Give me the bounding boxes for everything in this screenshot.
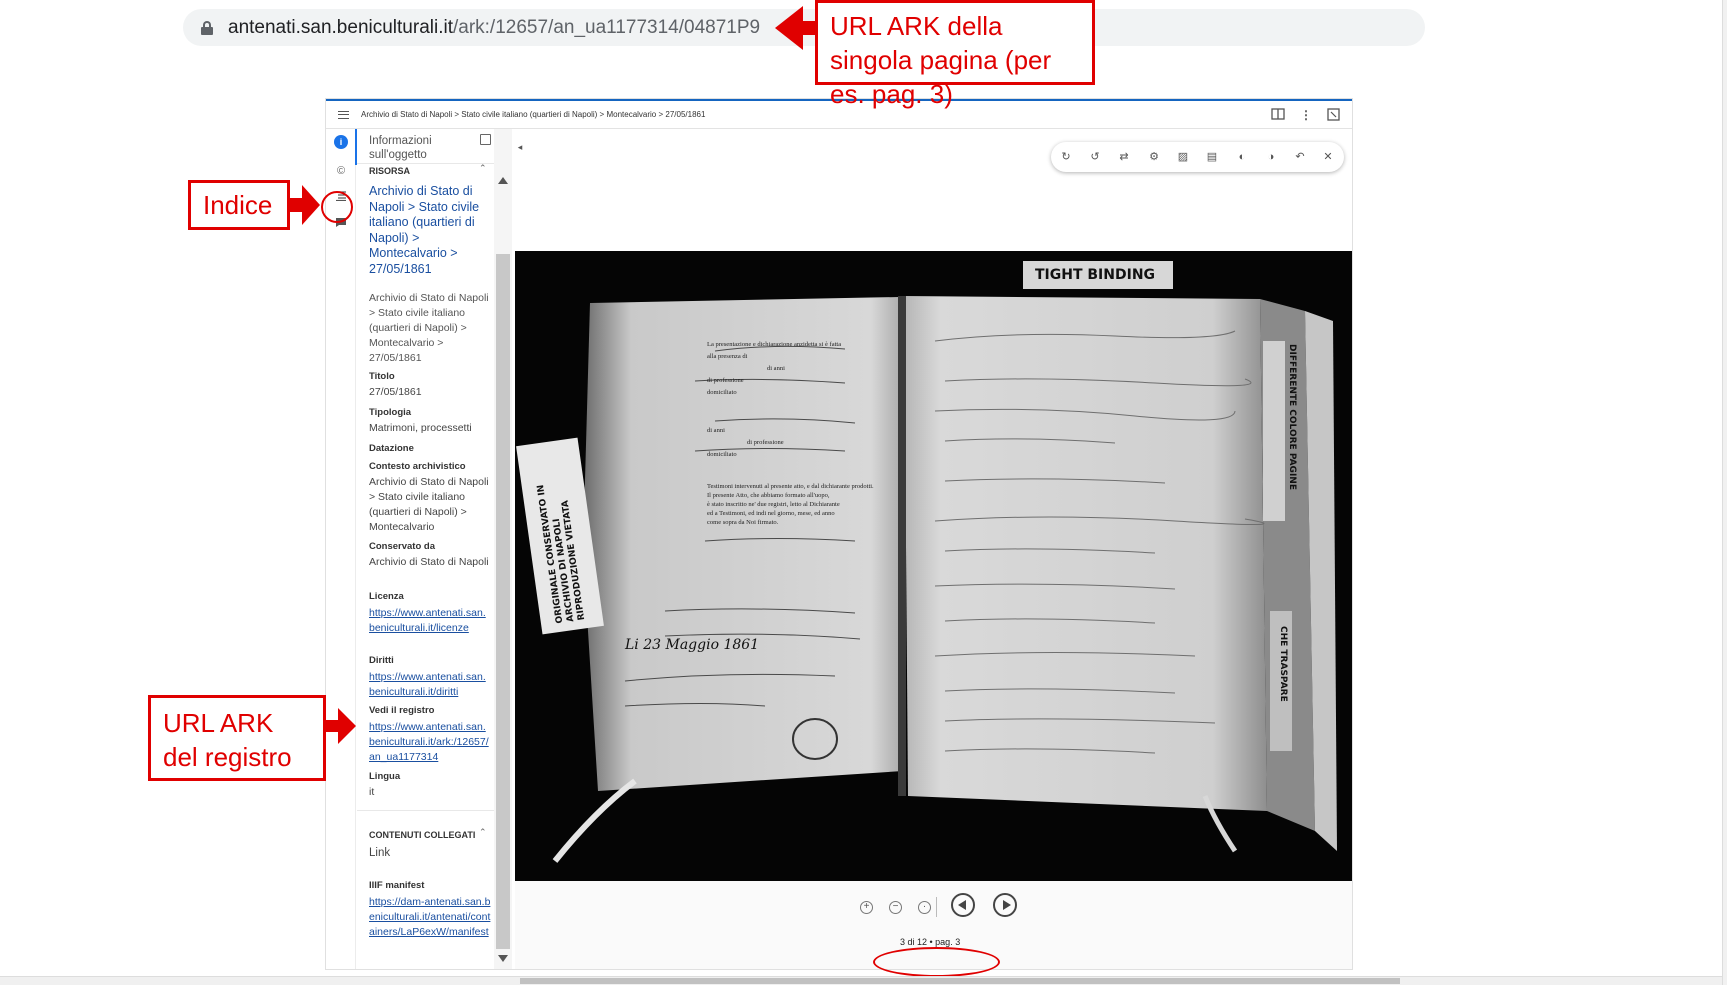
handwritten-date: Li 23 Maggio 1861: [625, 637, 760, 653]
print-line: Testimoni intervenuti al presente atto, …: [707, 483, 874, 490]
more-vert-icon[interactable]: ⋮: [1299, 108, 1313, 122]
copyright-icon[interactable]: ©: [334, 164, 348, 178]
print-line: come sopra da Noi firmato.: [707, 519, 779, 526]
field-label-tipologia: Tipologia: [369, 407, 412, 418]
chevron-up-icon[interactable]: ⌃: [479, 827, 487, 838]
print-line: domiciliato: [707, 389, 737, 396]
print-line: domiciliato: [707, 451, 737, 458]
iiif-manifest-link[interactable]: https://dam-antenati.san.beniculturali.i…: [369, 895, 491, 940]
page-indicator: 3 di 12 • pag. 3: [900, 937, 961, 947]
transpare-note-text: CHE TRASPARE: [1278, 626, 1288, 702]
print-line: di anni: [767, 365, 785, 372]
horizontal-scrollbar[interactable]: [0, 976, 1722, 985]
document-photo: [516, 261, 1337, 863]
print-line: La presentazione e dichiarazione anzidet…: [707, 341, 842, 348]
close-icon[interactable]: ✕: [1321, 150, 1335, 164]
zoom-out-icon[interactable]: −: [889, 901, 902, 914]
register-callout: URL ARK del registro: [148, 695, 326, 781]
window-scrollbar[interactable]: [1722, 0, 1727, 985]
lock-icon[interactable]: [201, 21, 213, 35]
licenza-link[interactable]: https://www.antenati.san.beniculturali.i…: [369, 606, 491, 636]
resource-title: Archivio di Stato di Napoli > Stato civi…: [369, 184, 480, 276]
field-label-titolo: Titolo: [369, 371, 395, 382]
related-link[interactable]: Link: [369, 846, 491, 861]
registro-link[interactable]: https://www.antenati.san.beniculturali.i…: [369, 720, 491, 765]
brightness-icon[interactable]: ▨: [1176, 150, 1190, 164]
open-external-icon[interactable]: [480, 134, 491, 145]
index-arrow-head: [302, 185, 320, 225]
print-line: di professione: [707, 377, 744, 384]
diritti-link[interactable]: https://www.antenati.san.beniculturali.i…: [369, 670, 491, 700]
info-panel: Informazioni sull'oggetto RISORSA ⌃ Arch…: [357, 129, 494, 969]
tight-binding-stamp: TIGHT BINDING: [1035, 267, 1156, 283]
breadcrumb: Archivio di Stato di Napoli > Stato civi…: [361, 110, 706, 119]
book-view-icon[interactable]: [1271, 108, 1285, 122]
panel-header: Informazioni sull'oggetto: [369, 135, 432, 161]
saturation-icon[interactable]: ◐: [1235, 150, 1249, 164]
url-arrow-shaft: [800, 21, 818, 35]
resource-description: Archivio di Stato di Napoli > Stato civi…: [369, 292, 489, 364]
panel-scrollbar[interactable]: [494, 129, 512, 969]
zoom-reset-icon[interactable]: ·: [918, 901, 931, 914]
color-note-text: DIFFERENTE COLORE PAGINE: [1287, 344, 1297, 490]
divider: [936, 897, 937, 917]
field-label-conservato: Conservato da: [369, 541, 435, 552]
next-page-button[interactable]: [993, 893, 1017, 917]
zoom-in-icon[interactable]: +: [860, 901, 873, 914]
menu-icon[interactable]: [338, 111, 349, 119]
register-arrow-head: [338, 708, 356, 744]
contrast-icon[interactable]: ▤: [1205, 150, 1219, 164]
url-callout: URL ARK della singola pagina (per es. pa…: [815, 0, 1095, 109]
print-line: è stato inscritto ne' due registri, lett…: [707, 501, 840, 508]
scroll-thumb[interactable]: [520, 978, 1400, 984]
index-callout: Indice: [188, 180, 290, 230]
scroll-down-icon[interactable]: [498, 955, 508, 962]
url-arrow-head: [775, 6, 803, 50]
field-label-licenza: Licenza: [369, 591, 404, 602]
reset-icon[interactable]: ↶: [1293, 150, 1307, 164]
flip-icon[interactable]: ⇄: [1117, 150, 1131, 164]
field-label-contesto: Contesto archivistico: [369, 461, 466, 472]
section-resource: RISORSA: [369, 166, 411, 176]
field-value-contesto: Archivio di Stato di Napoli > Stato civi…: [369, 476, 489, 533]
field-label-datazione: Datazione: [369, 443, 414, 454]
iiif-label: IIIF manifest: [369, 880, 425, 891]
chevron-up-icon[interactable]: ⌃: [479, 163, 487, 174]
print-line: alla presenza di: [707, 353, 748, 360]
url-text[interactable]: antenati.san.beniculturali.it/ark:/12657…: [228, 17, 760, 39]
field-label-lingua: Lingua: [369, 771, 401, 782]
field-label-diritti: Diritti: [369, 655, 394, 666]
printed-form-text: La presentazione e dichiarazione anzidet…: [707, 339, 885, 527]
rotate-left-icon[interactable]: ↺: [1088, 150, 1102, 164]
info-icon[interactable]: i: [334, 135, 348, 149]
index-highlight-ring: [321, 191, 353, 223]
field-value-conservato: Archivio di Stato di Napoli: [369, 556, 489, 568]
invert-icon[interactable]: ◑: [1264, 150, 1278, 164]
section-related: CONTENUTI COLLEGATI: [369, 830, 476, 840]
scroll-thumb[interactable]: [496, 254, 510, 949]
field-value-lingua: it: [369, 786, 375, 798]
fullscreen-icon[interactable]: [1326, 108, 1340, 122]
side-rail: i ©: [326, 129, 357, 969]
iiif-viewer: Archivio di Stato di Napoli > Stato civi…: [325, 98, 1353, 970]
print-line: Il presente Atto, che abbiamo formato al…: [707, 492, 830, 499]
settings-icon[interactable]: ⚙: [1147, 150, 1161, 164]
collapse-panel-button[interactable]: ◂: [514, 129, 526, 165]
screenshot-stage: antenati.san.beniculturali.it/ark:/12657…: [0, 0, 1727, 985]
field-value-titolo: 27/05/1861: [369, 386, 422, 398]
url-path: /ark:/12657/an_ua1177314/04871P9: [452, 17, 761, 38]
page-indicator-ring: [873, 947, 1000, 977]
scroll-up-icon[interactable]: [498, 177, 508, 184]
print-line: ed a Testimoni, ed indi nel giorno, mese…: [707, 510, 835, 517]
image-tools-bar: ↻ ↺ ⇄ ⚙ ▨ ▤ ◐ ◑ ↶ ✕: [1051, 142, 1344, 172]
url-domain: antenati.san.beniculturali.it: [228, 17, 453, 38]
field-label-registro: Vedi il registro: [369, 705, 435, 716]
print-line: di professione: [747, 439, 784, 446]
document-image[interactable]: TIGHT BINDING ORIGINALE CONSERVATO IN AR…: [515, 251, 1352, 881]
rotate-right-icon[interactable]: ↻: [1059, 150, 1073, 164]
print-line: di anni: [707, 427, 725, 434]
previous-page-button[interactable]: [951, 893, 975, 917]
field-value-tipologia: Matrimoni, processetti: [369, 422, 472, 434]
